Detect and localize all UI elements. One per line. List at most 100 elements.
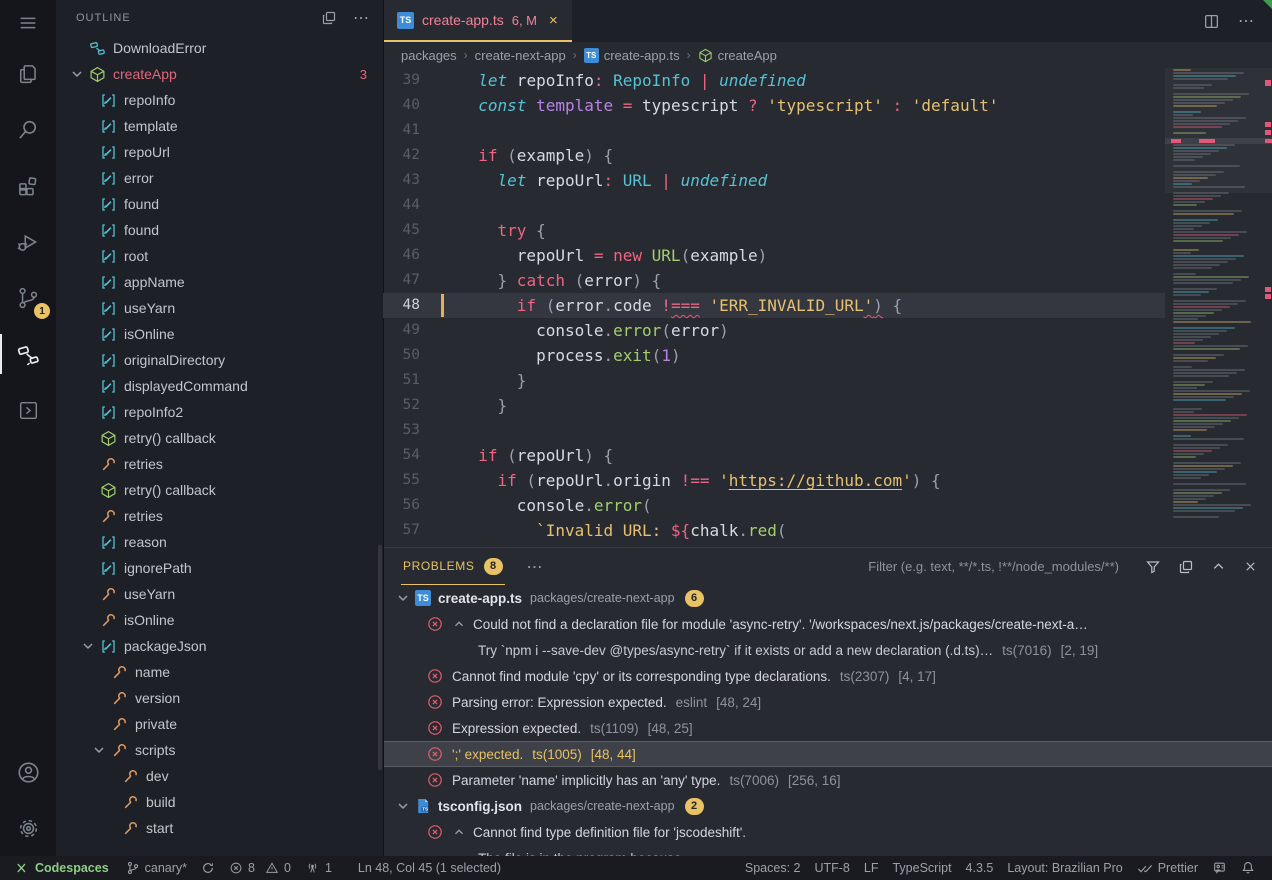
problem-item[interactable]: Parameter 'name' implicitly has an 'any'… <box>383 767 1272 793</box>
outline-item-repoinfo2[interactable]: repoInfo2 <box>56 399 383 425</box>
indentation-item[interactable]: Spaces: 2 <box>738 861 808 875</box>
split-editor-icon[interactable] <box>1203 13 1220 30</box>
outline-item-downloaderror[interactable]: DownloadError <box>56 35 383 61</box>
outline-item-version[interactable]: version <box>56 685 383 711</box>
explorer-icon[interactable] <box>0 46 56 102</box>
problems-file-tsconfig-json[interactable]: TStsconfig.jsonpackages/create-next-app2 <box>383 793 1272 819</box>
panel-more-icon[interactable]: ⋯ <box>527 557 545 577</box>
outline-item-build[interactable]: build <box>56 789 383 815</box>
code-line-52[interactable]: 52 } <box>383 393 1165 418</box>
code-line-50[interactable]: 50 process.exit(1) <box>383 343 1165 368</box>
problems-file-create-app-ts[interactable]: TScreate-app.tspackages/create-next-app6 <box>383 585 1272 611</box>
outline-item-useyarn[interactable]: useYarn <box>56 581 383 607</box>
chevron-up-icon[interactable] <box>452 825 466 839</box>
problem-item[interactable]: Expression expected.ts(1109)[48, 25] <box>383 715 1272 741</box>
code-line-41[interactable]: 41 <box>383 118 1165 143</box>
menu-icon[interactable] <box>0 0 56 46</box>
code-line-57[interactable]: 57 `Invalid URL: ${chalk.red( <box>383 518 1165 543</box>
editor-more-icon[interactable]: ⋯ <box>1238 11 1256 31</box>
minimap[interactable] <box>1165 68 1272 547</box>
extensions-icon[interactable] <box>0 158 56 214</box>
code-line-39[interactable]: 39 let repoInfo: RepoInfo | undefined <box>383 68 1165 93</box>
breadcrumb-packages[interactable]: packages <box>401 48 457 63</box>
outline-item-found[interactable]: found <box>56 217 383 243</box>
outline-item-packagejson[interactable]: packageJson <box>56 633 383 659</box>
code-line-47[interactable]: 47 } catch (error) { <box>383 268 1165 293</box>
code-editor[interactable]: 39 let repoInfo: RepoInfo | undefined40 … <box>383 68 1272 547</box>
code-line-58[interactable]: 58 `"${example}"` <box>383 543 1165 547</box>
eol-item[interactable]: LF <box>857 861 886 875</box>
search-icon[interactable] <box>0 102 56 158</box>
problem-item-continuation[interactable]: Try `npm i --save-dev @types/async-retry… <box>383 637 1272 663</box>
chevron-down-icon[interactable] <box>80 638 96 654</box>
sync-item[interactable] <box>194 856 222 880</box>
code-line-45[interactable]: 45 try { <box>383 218 1165 243</box>
outline-item-appname[interactable]: appName <box>56 269 383 295</box>
tab-close-icon[interactable]: × <box>549 12 558 29</box>
code-line-53[interactable]: 53 <box>383 418 1165 443</box>
group-by-file-icon[interactable] <box>1178 559 1194 575</box>
cursor-position-item[interactable]: Ln 48, Col 45 (1 selected) <box>351 856 508 880</box>
feedback-icon[interactable] <box>1205 861 1234 875</box>
outline-item-isonline[interactable]: isOnline <box>56 321 383 347</box>
problem-item[interactable]: Parsing error: Expression expected.eslin… <box>383 689 1272 715</box>
breadcrumb-symbol[interactable]: createApp <box>698 48 777 63</box>
sidebar-scrollbar[interactable] <box>378 545 382 770</box>
tab-problems[interactable]: PROBLEMS 8 <box>401 548 505 585</box>
collapse-all-icon[interactable] <box>321 10 337 26</box>
outline-item-isonline[interactable]: isOnline <box>56 607 383 633</box>
remote-window-icon[interactable] <box>0 382 56 438</box>
chevron-down-icon[interactable] <box>69 66 85 82</box>
outline-item-reason[interactable]: reason <box>56 529 383 555</box>
outline-item-error[interactable]: error <box>56 165 383 191</box>
outline-item-displayedcommand[interactable]: displayedCommand <box>56 373 383 399</box>
settings-gear-icon[interactable] <box>0 800 56 856</box>
outline-item-private[interactable]: private <box>56 711 383 737</box>
code-line-54[interactable]: 54 if (repoUrl) { <box>383 443 1165 468</box>
outline-item-root[interactable]: root <box>56 243 383 269</box>
outline-item-retries[interactable]: retries <box>56 503 383 529</box>
chevron-down-icon[interactable] <box>395 798 411 814</box>
outline-item-name[interactable]: name <box>56 659 383 685</box>
ts-version-item[interactable]: 4.3.5 <box>959 861 1001 875</box>
ports-item[interactable]: 1 <box>298 856 339 880</box>
language-item[interactable]: TypeScript <box>885 861 958 875</box>
chevron-up-icon[interactable] <box>452 617 466 631</box>
code-line-42[interactable]: 42 if (example) { <box>383 143 1165 168</box>
outline-item-ignorepath[interactable]: ignorePath <box>56 555 383 581</box>
prettier-item[interactable]: Prettier <box>1130 861 1205 875</box>
outline-item-start[interactable]: start <box>56 815 383 841</box>
chevron-down-icon[interactable] <box>395 590 411 606</box>
outline-item-originaldirectory[interactable]: originalDirectory <box>56 347 383 373</box>
code-line-51[interactable]: 51 } <box>383 368 1165 393</box>
filter-icon[interactable] <box>1145 559 1161 575</box>
code-line-43[interactable]: 43 let repoUrl: URL | undefined <box>383 168 1165 193</box>
outline-item-retry-callback[interactable]: retry() callback <box>56 425 383 451</box>
outline-item-repourl[interactable]: repoUrl <box>56 139 383 165</box>
breadcrumb-file[interactable]: TScreate-app.ts <box>584 48 680 63</box>
outline-item-found[interactable]: found <box>56 191 383 217</box>
problem-item[interactable]: Cannot find type definition file for 'js… <box>383 819 1272 845</box>
close-panel-icon[interactable] <box>1243 559 1258 574</box>
chevron-down-icon[interactable] <box>91 742 107 758</box>
outline-item-useyarn[interactable]: useYarn <box>56 295 383 321</box>
code-line-40[interactable]: 40 const template = typescript ? 'typesc… <box>383 93 1165 118</box>
encoding-item[interactable]: UTF-8 <box>807 861 856 875</box>
problems-status-item[interactable]: 8 0 <box>222 856 298 880</box>
problem-item[interactable]: ';' expected.ts(1005)[48, 44] <box>383 741 1272 767</box>
code-line-44[interactable]: 44 <box>383 193 1165 218</box>
outline-item-template[interactable]: template <box>56 113 383 139</box>
outline-item-retry-callback[interactable]: retry() callback <box>56 477 383 503</box>
code-line-56[interactable]: 56 console.error( <box>383 493 1165 518</box>
account-icon[interactable] <box>0 744 56 800</box>
outline-item-dev[interactable]: dev <box>56 763 383 789</box>
problem-item[interactable]: Cannot find module 'cpy' or its correspo… <box>383 663 1272 689</box>
problem-item[interactable]: Could not find a declaration file for mo… <box>383 611 1272 637</box>
outline-item-retries[interactable]: retries <box>56 451 383 477</box>
more-actions-icon[interactable]: ⋯ <box>353 8 371 28</box>
branch-item[interactable]: canary* <box>119 856 194 880</box>
tab-create-app[interactable]: TS create-app.ts 6, M × <box>383 0 572 42</box>
code-line-55[interactable]: 55 if (repoUrl.origin !== 'https://githu… <box>383 468 1165 493</box>
outline-item-repoinfo[interactable]: repoInfo <box>56 87 383 113</box>
remote-indicator[interactable]: Codespaces <box>8 856 119 880</box>
